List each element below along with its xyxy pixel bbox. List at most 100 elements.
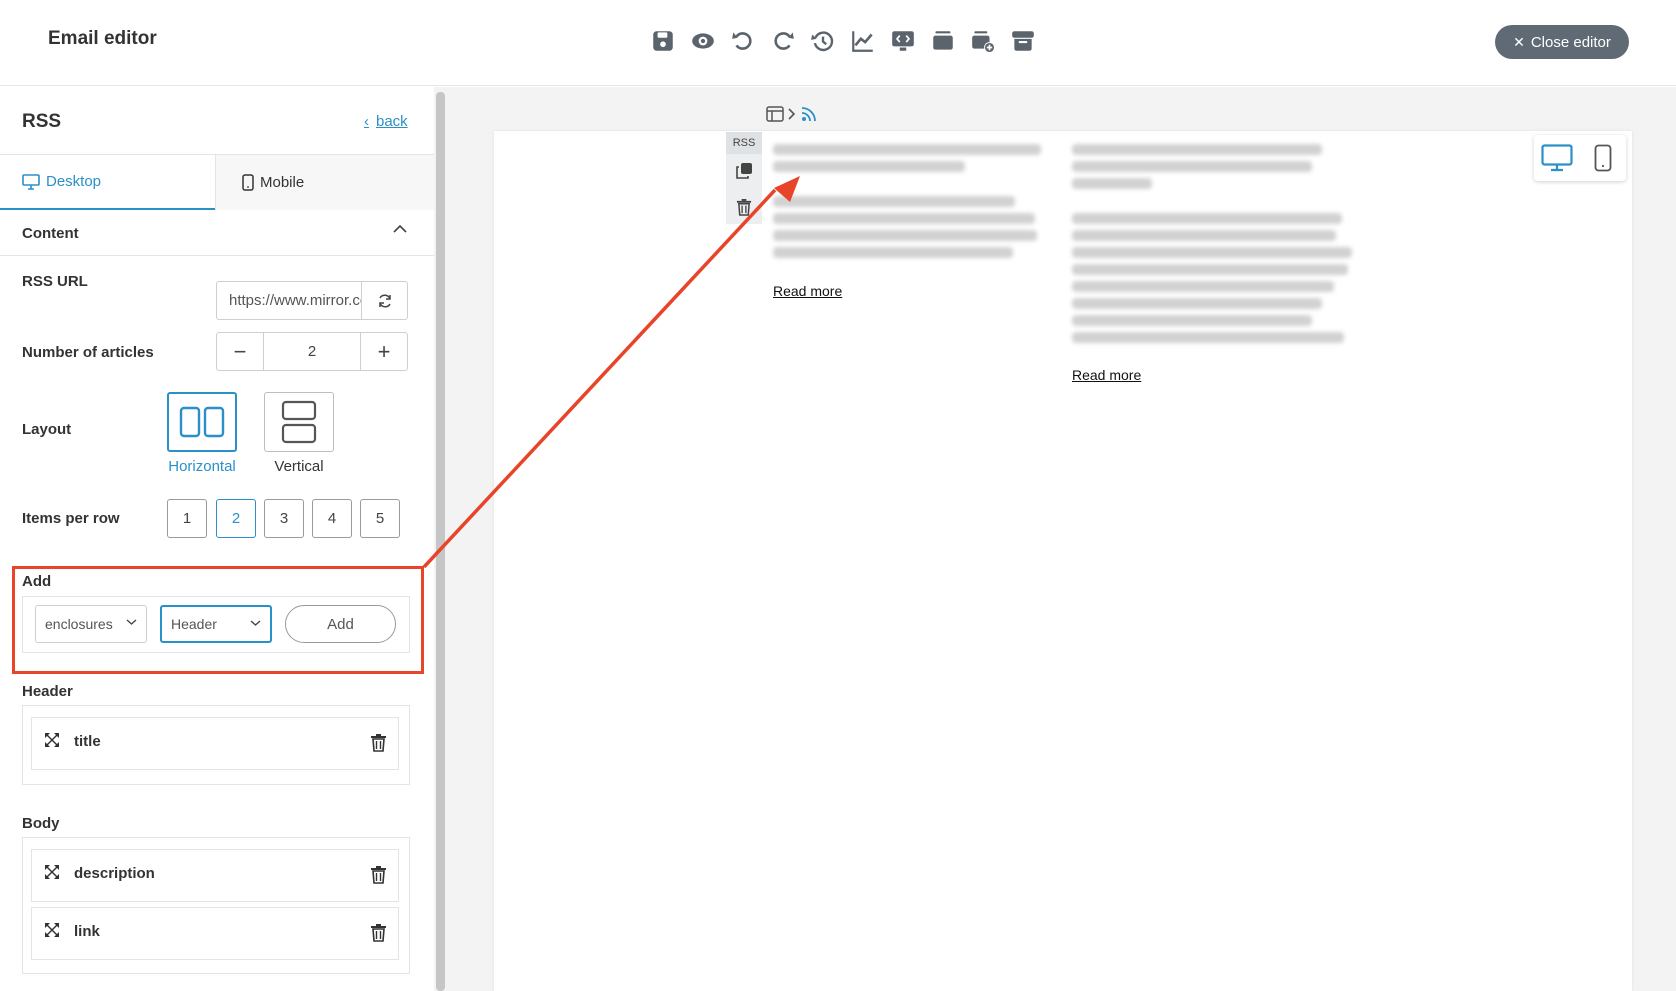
desktop-preview-button[interactable] — [1534, 135, 1580, 181]
blurred-text — [1072, 332, 1344, 343]
blurred-text — [1072, 161, 1312, 172]
sidebar-scrollbar[interactable] — [436, 92, 445, 991]
content-section-label: Content — [22, 225, 79, 242]
layout-horizontal-option[interactable] — [167, 392, 237, 452]
blurred-text — [773, 230, 1037, 241]
blurred-text — [1072, 315, 1312, 326]
field-select[interactable]: enclosures — [35, 605, 147, 643]
blurred-text — [773, 144, 1041, 155]
chevron-down-icon — [126, 619, 137, 625]
back-link[interactable]: ‹ back — [364, 113, 408, 130]
section-select[interactable]: Header — [160, 605, 272, 643]
refresh-feed-button[interactable] — [361, 282, 407, 319]
rss-url-input[interactable] — [217, 282, 361, 319]
mobile-icon — [1594, 144, 1612, 172]
item-name: description — [74, 865, 155, 882]
items-per-row-option[interactable]: 5 — [360, 499, 400, 538]
tab-mobile[interactable]: Mobile — [215, 155, 434, 210]
layout-vertical-label: Vertical — [274, 458, 324, 475]
chevron-left-icon: ‹ — [364, 113, 369, 130]
blurred-text — [773, 196, 1015, 207]
add-button[interactable]: Add — [285, 605, 396, 643]
rss-icon[interactable] — [800, 105, 818, 123]
header-group-label: Header — [22, 683, 73, 700]
app-title: Email editor — [48, 28, 157, 49]
rss-article — [1072, 144, 1352, 349]
tab-desktop[interactable]: Desktop — [0, 155, 215, 210]
rss-url-label: RSS URL — [22, 273, 88, 290]
read-more-link[interactable]: Read more — [1072, 367, 1141, 383]
items-per-row-option[interactable]: 1 — [167, 499, 207, 538]
articles-stepper: − 2 + — [216, 332, 408, 371]
top-bar: Email editor ✕ Close editor — [0, 0, 1676, 86]
sidebar-header: RSS ‹ back — [0, 87, 434, 155]
blurred-text — [1072, 247, 1352, 258]
blurred-text — [773, 213, 1035, 224]
drag-handle-icon[interactable] — [43, 863, 61, 881]
save-icon[interactable] — [646, 24, 680, 58]
drag-handle-icon[interactable] — [43, 731, 61, 749]
layout-horizontal-label: Horizontal — [168, 458, 236, 475]
archive-icon[interactable] — [1006, 24, 1040, 58]
drag-handle-icon[interactable] — [43, 921, 61, 939]
layout-label: Layout — [22, 421, 72, 438]
blurred-text — [773, 161, 965, 172]
trash-icon[interactable] — [370, 865, 387, 884]
blurred-text — [1072, 178, 1152, 189]
chevron-up-icon — [393, 224, 407, 233]
list-item: link — [31, 907, 399, 960]
chevron-right-icon — [788, 108, 796, 120]
layout-vertical-option[interactable] — [264, 392, 334, 452]
back-label: back — [376, 113, 408, 130]
trash-icon[interactable] — [370, 923, 387, 942]
analytics-icon[interactable] — [846, 24, 880, 58]
layout-block-icon[interactable] — [766, 106, 784, 122]
items-per-row-option[interactable]: 2 — [216, 499, 256, 538]
screen-code-icon[interactable] — [886, 24, 920, 58]
duplicate-block-button[interactable] — [733, 160, 755, 182]
redo-icon[interactable] — [766, 24, 800, 58]
articles-value[interactable]: 2 — [263, 333, 361, 370]
mobile-icon — [242, 174, 254, 191]
items-per-row-label: Items per row — [22, 510, 120, 527]
blurred-text — [1072, 298, 1322, 309]
content-section-header[interactable]: Content — [0, 210, 434, 256]
sidebar-title: RSS — [22, 111, 62, 132]
blurred-text — [773, 247, 1013, 258]
close-editor-label: Close editor — [1530, 33, 1611, 51]
device-tabs: Desktop Mobile — [0, 155, 434, 210]
undo-icon[interactable] — [726, 24, 760, 58]
chevron-down-icon — [250, 620, 261, 626]
read-more-link[interactable]: Read more — [773, 283, 842, 299]
trash-icon[interactable] — [370, 733, 387, 752]
list-item: description — [31, 849, 399, 902]
preview-icon[interactable] — [686, 24, 720, 58]
tab-desktop-label: Desktop — [46, 173, 102, 190]
rss-url-field — [216, 281, 408, 320]
close-editor-button[interactable]: ✕ Close editor — [1495, 25, 1629, 59]
block-stack-icon[interactable] — [926, 24, 960, 58]
device-preview-switch — [1534, 135, 1626, 181]
add-label: Add — [22, 573, 52, 590]
rss-article — [773, 144, 1053, 264]
items-per-row-option[interactable]: 4 — [312, 499, 352, 538]
block-tag: RSS — [726, 132, 762, 154]
blurred-text — [1072, 144, 1322, 155]
delete-block-button[interactable] — [733, 196, 755, 218]
email-page — [494, 131, 1632, 991]
body-group-label: Body — [22, 815, 60, 832]
vertical-layout-icon — [281, 400, 317, 444]
history-icon[interactable] — [806, 24, 840, 58]
decrement-button[interactable]: − — [217, 333, 263, 370]
item-name: link — [74, 923, 100, 940]
increment-button[interactable]: + — [361, 333, 407, 370]
add-block-icon[interactable] — [966, 24, 1000, 58]
section-select-value: Header — [171, 616, 217, 632]
mobile-preview-button[interactable] — [1580, 135, 1626, 181]
items-per-row-option[interactable]: 3 — [264, 499, 304, 538]
close-icon: ✕ — [1513, 33, 1525, 50]
refresh-icon — [378, 293, 391, 308]
field-select-value: enclosures — [45, 616, 113, 632]
duplicate-icon — [736, 163, 752, 179]
blurred-text — [1072, 264, 1348, 275]
